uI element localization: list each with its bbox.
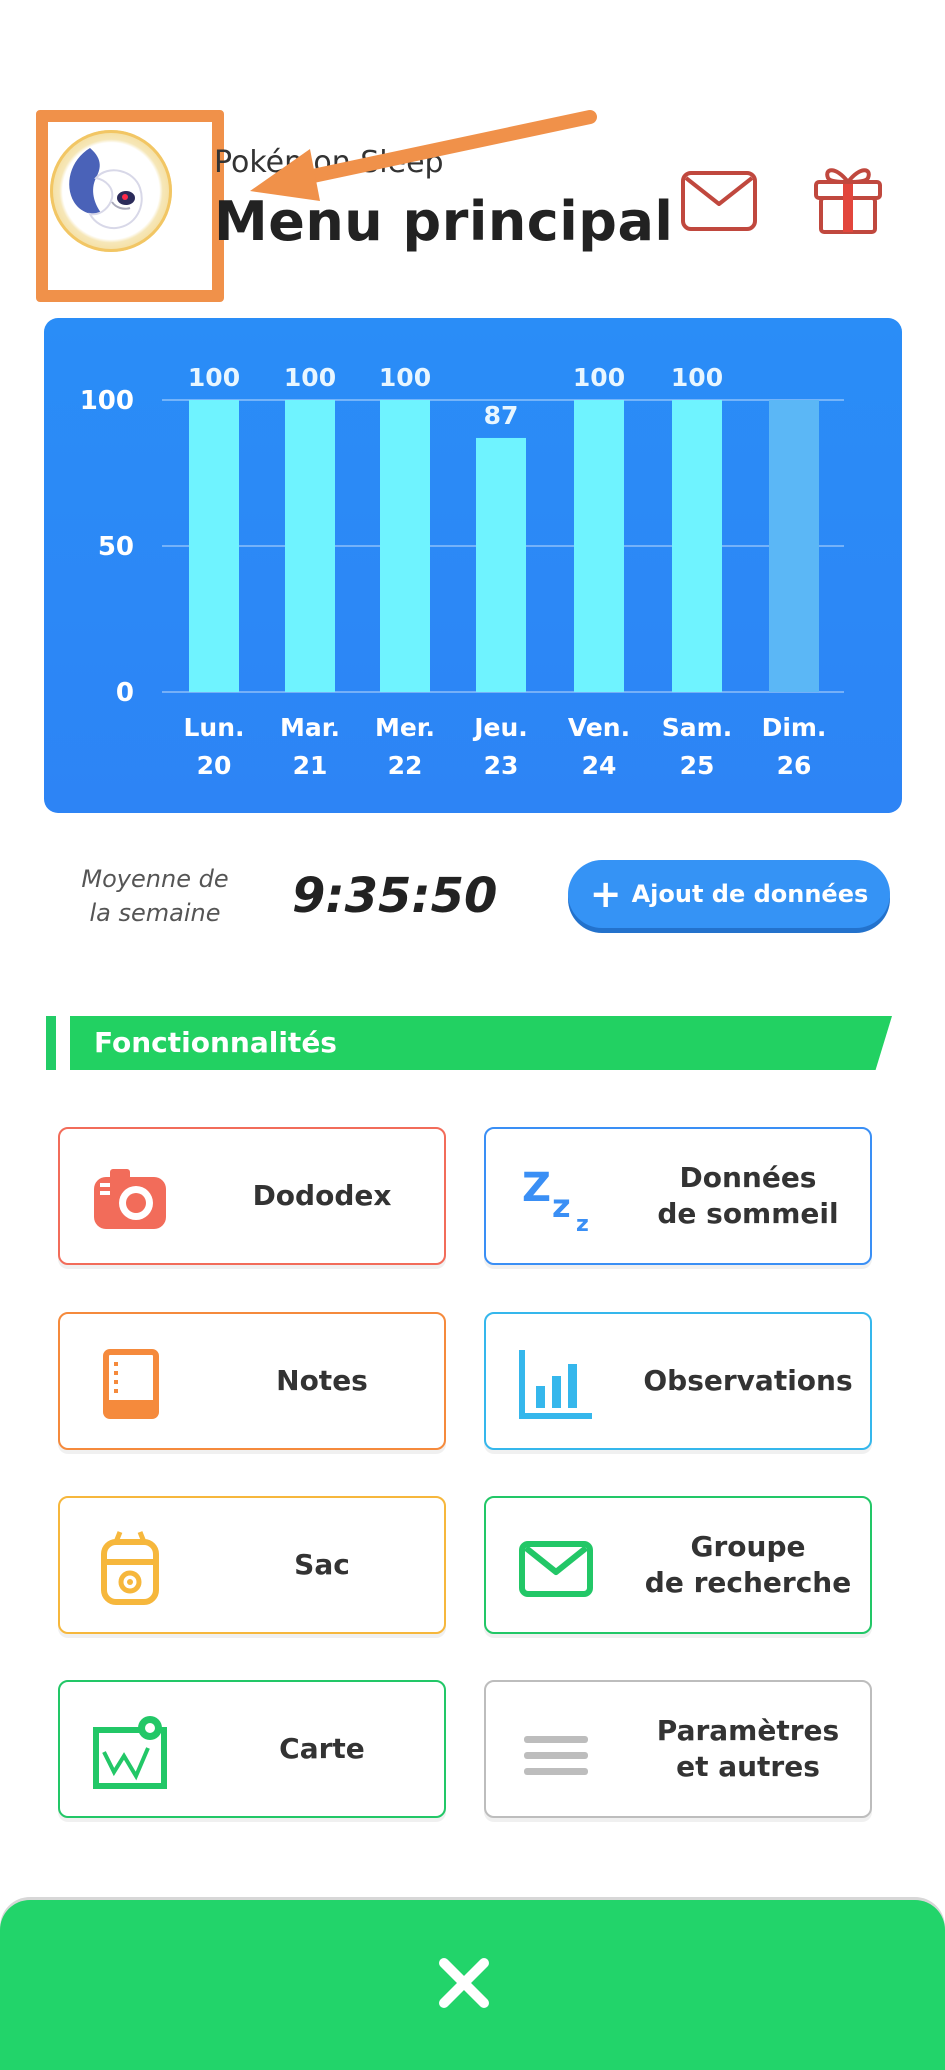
y-tick-label: 50 bbox=[98, 532, 134, 562]
tile-bag[interactable]: Sac bbox=[58, 1496, 446, 1634]
chart-bar bbox=[672, 400, 722, 692]
close-button[interactable] bbox=[436, 1955, 492, 2011]
x-tick-day-label: Jeu. bbox=[472, 713, 528, 742]
map-icon bbox=[90, 1712, 170, 1792]
x-tick-date-label: 23 bbox=[484, 751, 519, 780]
x-tick-date-label: 22 bbox=[388, 751, 423, 780]
chart-bar bbox=[285, 400, 335, 692]
camera-icon bbox=[90, 1159, 170, 1239]
x-tick-date-label: 20 bbox=[197, 751, 232, 780]
tile-sleep-data[interactable]: Zz z Données de sommeil bbox=[484, 1127, 872, 1265]
mail-icon bbox=[681, 171, 757, 231]
avatar-highlight-box bbox=[36, 110, 224, 302]
tile-map[interactable]: Carte bbox=[58, 1680, 446, 1818]
tile-label: Dododex bbox=[252, 1179, 392, 1212]
bar-value-label: 100 bbox=[188, 363, 240, 392]
bar-value-label: 100 bbox=[573, 363, 625, 392]
gift-button[interactable] bbox=[812, 160, 884, 236]
sleep-chart[interactable]: 0 50 100 100 Lun. 20 100 Mar. 21 100 Mer. 22 87 Jeu. 2… bbox=[44, 318, 902, 813]
bar-value-label: 100 bbox=[284, 363, 336, 392]
x-tick-day-label: Dim. bbox=[762, 713, 827, 742]
x-tick-day-label: Mer. bbox=[375, 713, 435, 742]
tile-label: Notes bbox=[276, 1364, 368, 1397]
x-tick-date-label: 21 bbox=[293, 751, 328, 780]
tile-label: Paramètres et autres bbox=[656, 1714, 840, 1783]
x-tick-date-label: 26 bbox=[777, 751, 812, 780]
sleep-bar-chart: 0 50 100 100 Lun. 20 100 Mar. 21 100 Mer. 22 87 Jeu. 2… bbox=[80, 363, 844, 780]
chart-bar bbox=[380, 400, 430, 692]
tile-settings[interactable]: Paramètres et autres bbox=[484, 1680, 872, 1818]
add-data-label: Ajout de données bbox=[631, 880, 869, 908]
y-tick-label: 0 bbox=[116, 678, 134, 708]
x-tick-day-label: Ven. bbox=[568, 713, 630, 742]
notebook-icon bbox=[90, 1344, 170, 1424]
week-average-label: Moyenne de la semaine bbox=[81, 865, 229, 927]
svg-text:Z: Z bbox=[522, 1165, 551, 1211]
menu-icon bbox=[516, 1712, 596, 1792]
close-icon bbox=[439, 1958, 489, 2008]
tile-label: Observations bbox=[643, 1364, 853, 1397]
y-tick-label: 100 bbox=[80, 386, 134, 416]
tile-label: Sac bbox=[294, 1548, 350, 1581]
gift-icon bbox=[814, 168, 882, 234]
svg-text:z: z bbox=[552, 1187, 571, 1225]
chart-bar bbox=[189, 400, 239, 692]
zzz-icon: Zzz bbox=[516, 1159, 596, 1239]
tile-research-group[interactable]: Groupe de recherche bbox=[484, 1496, 872, 1634]
x-tick-date-label: 25 bbox=[680, 751, 715, 780]
chart-bar-pending bbox=[769, 400, 819, 692]
svg-text:z: z bbox=[576, 1212, 589, 1237]
bar-value-label: 87 bbox=[484, 401, 519, 430]
tile-observations[interactable]: Observations bbox=[484, 1312, 872, 1450]
tile-label: Carte bbox=[279, 1732, 365, 1765]
chart-bar bbox=[574, 400, 624, 692]
bar-chart-icon bbox=[516, 1344, 596, 1424]
tile-label: Groupe de recherche bbox=[644, 1530, 852, 1599]
bar-value-label: 100 bbox=[379, 363, 431, 392]
features-title: Fonctionnalités bbox=[94, 1026, 337, 1059]
x-tick-day-label: Mar. bbox=[280, 713, 340, 742]
plus-icon: + bbox=[589, 872, 622, 916]
mail-button[interactable] bbox=[680, 170, 758, 232]
features-stripe bbox=[46, 1016, 56, 1070]
x-tick-day-label: Lun. bbox=[183, 713, 244, 742]
tile-notes[interactable]: Notes bbox=[58, 1312, 446, 1450]
tile-dododex[interactable]: Dododex bbox=[58, 1127, 446, 1265]
x-tick-date-label: 24 bbox=[582, 751, 617, 780]
annotation-arrow-icon bbox=[250, 110, 597, 201]
week-average-value: 9:35:50 bbox=[292, 868, 498, 924]
chart-bar bbox=[476, 437, 526, 692]
bar-value-label: 100 bbox=[671, 363, 723, 392]
envelope-icon bbox=[516, 1528, 596, 1608]
x-tick-day-label: Sam. bbox=[662, 713, 732, 742]
add-data-button[interactable]: + Ajout de données bbox=[568, 860, 890, 928]
backpack-icon bbox=[90, 1528, 170, 1608]
tile-label: Données de sommeil bbox=[657, 1161, 839, 1230]
